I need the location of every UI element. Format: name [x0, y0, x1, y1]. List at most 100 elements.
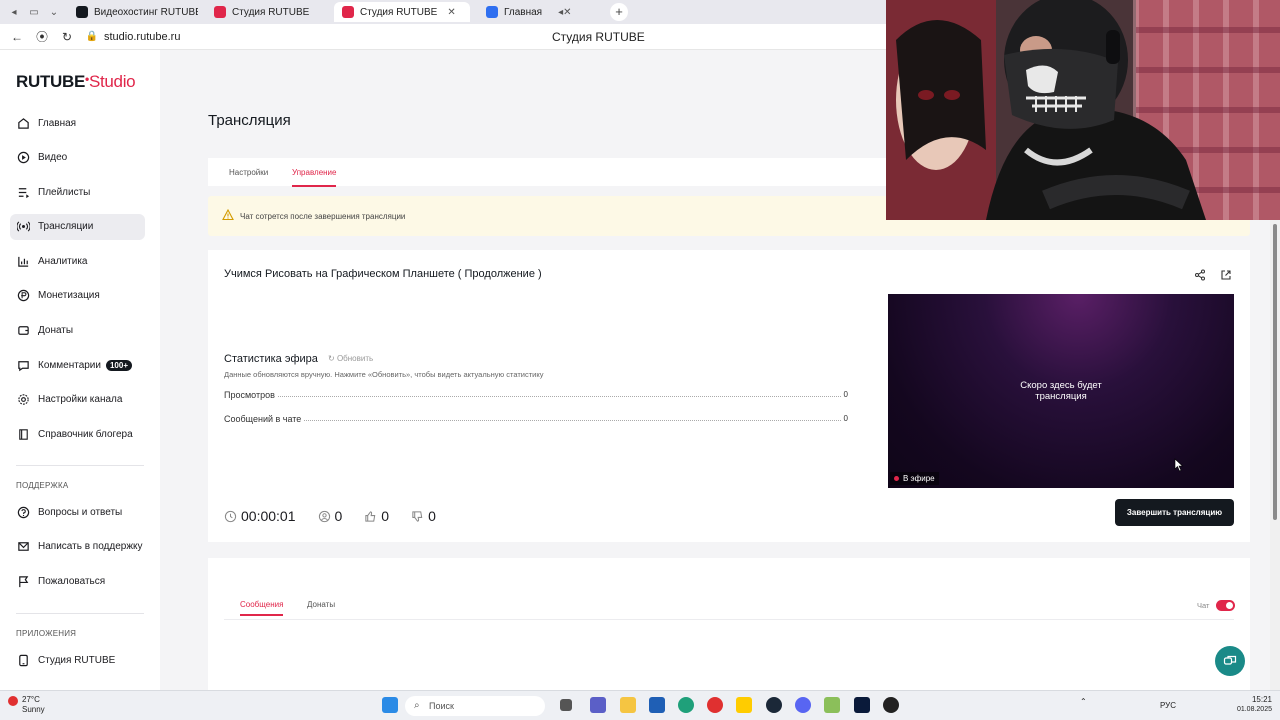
scrollbar-thumb[interactable]	[1273, 224, 1277, 520]
warning-icon	[222, 208, 234, 226]
search-placeholder: Поиск	[429, 701, 454, 711]
shield-icon[interactable]: ⦿	[34, 28, 50, 45]
photoshop-icon[interactable]	[854, 697, 870, 713]
sidebar-item-home[interactable]: Главная	[10, 110, 145, 136]
browser-menu-icon[interactable]: ◂	[8, 7, 20, 18]
webcam-overlay	[886, 0, 1280, 220]
stat-value: 0	[843, 390, 848, 399]
stream-title: Учимся Рисовать на Графическом Планшете …	[224, 268, 542, 280]
sidebar-item-playlists[interactable]: Плейлисты	[10, 179, 145, 205]
browser-tab-1[interactable]: Видеохостинг RUTUBE. С	[68, 2, 198, 22]
sidebar-item-label: Донаты	[38, 325, 74, 337]
steam-icon[interactable]	[766, 697, 782, 713]
taskbar-search[interactable]: ⌕ Поиск	[405, 696, 545, 716]
reload-icon[interactable]: ↻	[59, 30, 75, 44]
tab-management[interactable]: Управление	[292, 168, 337, 187]
sidebar-item-label: Настройки канала	[38, 394, 123, 406]
playlist-icon	[16, 185, 30, 199]
sidebar-item-broadcasts[interactable]: Трансляции	[10, 213, 145, 240]
player-placeholder-text: Скоро здесь будет трансляция	[888, 380, 1234, 402]
rutube-favicon-icon	[76, 6, 88, 18]
logo-main: RUTUBE	[16, 72, 86, 91]
support-nav: Вопросы и ответы Написать в поддержку По…	[10, 499, 145, 603]
clock[interactable]: 15:21 01.08.2025	[1228, 695, 1272, 715]
sidebar-item-monetization[interactable]: Монетизация	[10, 283, 145, 309]
browser-tab-3-active[interactable]: Студия RUTUBE ✕	[334, 2, 470, 22]
sidebar-item-write-support[interactable]: Написать в поддержку	[10, 534, 145, 560]
date: 01.08.2025	[1236, 706, 1272, 713]
stat-row-views: Просмотров 0	[224, 390, 848, 400]
refresh-icon: ↻	[328, 354, 337, 363]
discord-icon[interactable]	[795, 697, 811, 713]
sidebar-item-channel-settings[interactable]: Настройки канала	[10, 387, 145, 413]
browser-tab-4[interactable]: Главная ◂✕	[478, 2, 598, 22]
tab-messages[interactable]: Сообщения	[240, 600, 284, 616]
support-chat-button[interactable]	[1215, 646, 1245, 676]
store-icon[interactable]	[649, 697, 665, 713]
browser-tab-2[interactable]: Студия RUTUBE	[206, 2, 326, 22]
tab-dropdown-icon[interactable]: ⌄	[48, 7, 60, 18]
sidebar-item-label: Комментарии	[38, 359, 101, 371]
tab-settings[interactable]: Настройки	[229, 168, 268, 177]
gear-icon	[16, 393, 30, 407]
tab-donations[interactable]: Донаты	[307, 600, 335, 609]
edge-icon[interactable]	[678, 697, 694, 713]
share-icon[interactable]	[1194, 268, 1206, 286]
sidebar-item-label: Аналитика	[38, 255, 88, 267]
teams-icon[interactable]	[590, 697, 606, 713]
sidebar-item-video[interactable]: Видео	[10, 145, 145, 171]
chart-icon	[16, 254, 30, 268]
dotted-leader	[277, 390, 841, 397]
tab-list-icon[interactable]: ▭	[28, 7, 40, 18]
sidebar-nav: Главная Видео Плейлисты Трансляции Анали…	[10, 110, 145, 456]
home-icon	[16, 116, 30, 130]
refresh-stats-button[interactable]: ↻ Обновить	[328, 354, 373, 363]
viewer-icon	[318, 510, 330, 522]
app-icon[interactable]	[883, 697, 899, 713]
file-explorer-icon[interactable]	[620, 697, 636, 713]
mouse-cursor-icon	[1174, 458, 1184, 472]
sidebar-item-analytics[interactable]: Аналитика	[10, 248, 145, 274]
sidebar-item-donations[interactable]: Донаты	[10, 318, 145, 344]
external-link-icon[interactable]	[1220, 268, 1232, 286]
chat-bubbles-icon	[1223, 655, 1237, 665]
stats-note: Данные обновляются вручную. Нажмите «Обн…	[224, 370, 544, 379]
sidebar-item-blogger-guide[interactable]: Справочник блогера	[10, 421, 145, 447]
sidebar-item-studio-app[interactable]: Студия RUTUBE	[10, 647, 145, 673]
lock-icon[interactable]: 🔒	[84, 31, 100, 42]
viewers-value: 0	[334, 508, 343, 524]
stat-label: Сообщений в чате	[224, 414, 302, 424]
money-icon	[16, 289, 30, 303]
sidebar: RUTUBE•Studio Главная Видео Плейлисты Тр…	[0, 50, 160, 690]
apps-heading: ПРИЛОЖЕНИЯ	[16, 629, 77, 638]
clock-icon	[224, 510, 237, 522]
sidebar-item-label: Вопросы и ответы	[38, 506, 123, 518]
sidebar-item-faq[interactable]: Вопросы и ответы	[10, 499, 145, 525]
end-stream-button[interactable]: Завершить трансляцию	[1115, 499, 1234, 526]
yandex-browser-icon[interactable]	[736, 697, 752, 713]
mute-close-icon[interactable]: ◂✕	[558, 7, 571, 18]
new-tab-button[interactable]: +	[610, 3, 628, 21]
app-icon[interactable]	[824, 697, 840, 713]
stream-preview-player[interactable]: Скоро здесь будет трансляция В эфире	[888, 294, 1234, 488]
windows-start-icon[interactable]	[382, 697, 398, 713]
tab-label: Студия RUTUBE	[360, 6, 438, 18]
tab-label: Видеохостинг RUTUBE. С	[94, 6, 198, 18]
chat-toggle[interactable]	[1216, 600, 1235, 611]
back-icon[interactable]: ←	[9, 30, 25, 44]
sidebar-item-report[interactable]: Пожаловаться	[10, 568, 145, 594]
studio-app-icon	[16, 653, 30, 667]
close-icon[interactable]: ✕	[447, 7, 455, 18]
comments-count-badge: 100+	[105, 359, 133, 371]
sidebar-item-label: Пожаловаться	[38, 575, 106, 587]
yandex-icon[interactable]	[707, 697, 723, 713]
sidebar-item-comments[interactable]: Комментарии 100+	[10, 352, 145, 378]
page-scrollbar[interactable]	[1270, 220, 1280, 690]
url-field[interactable]: studio.rutube.ru	[104, 31, 180, 43]
twitch-favicon-icon	[486, 6, 498, 18]
weather-widget[interactable]: 27°C Sunny	[22, 695, 45, 715]
stream-metrics: 00:00:01 0 0 0	[224, 508, 458, 524]
task-view-icon[interactable]	[560, 699, 572, 711]
live-dot-icon	[894, 476, 899, 481]
rutube-studio-logo[interactable]: RUTUBE•Studio	[16, 72, 136, 92]
